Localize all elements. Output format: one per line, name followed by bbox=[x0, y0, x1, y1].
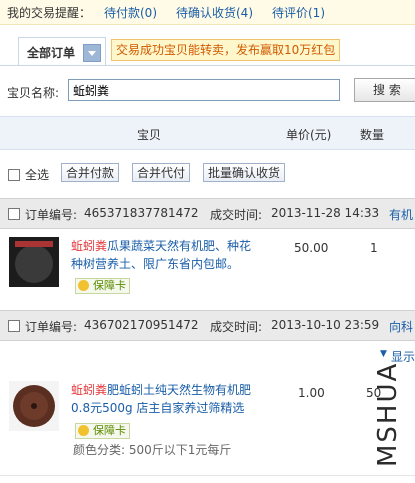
resale-promo-banner[interactable]: 交易成功宝贝能转卖，发布赢取10万红包 bbox=[111, 39, 340, 61]
select-all-label: 全选 bbox=[25, 168, 50, 182]
col-item: 宝贝 bbox=[137, 128, 162, 142]
chevron-down-icon[interactable] bbox=[83, 44, 101, 62]
product-image bbox=[9, 381, 59, 431]
col-price: 单价(元) bbox=[286, 128, 332, 142]
order-no-label: 订单编号: bbox=[25, 320, 78, 334]
guarantee-card-badge[interactable]: 保障卡 bbox=[75, 423, 130, 439]
quantity: 1 bbox=[370, 241, 378, 255]
tab-all-orders-label: 全部订单 bbox=[27, 46, 76, 60]
merge-proxy-pay-button[interactable]: 合并代付 bbox=[132, 163, 191, 182]
select-all-checkbox[interactable] bbox=[8, 169, 20, 181]
order-time: 2013-10-10 23:59 bbox=[271, 318, 380, 332]
reminder-title: 我的交易提醒： bbox=[7, 6, 92, 20]
search-label: 宝贝名称: bbox=[7, 86, 60, 100]
order-checkbox[interactable] bbox=[8, 208, 20, 220]
watermark-text: MSHUA bbox=[373, 361, 403, 467]
order-time-label: 成交时间: bbox=[210, 208, 263, 222]
order-no: 436702170951472 bbox=[84, 318, 199, 332]
order-checkbox[interactable] bbox=[8, 320, 20, 332]
order-no-label: 订单编号: bbox=[25, 208, 78, 222]
order-header: 订单编号: 465371837781472 成交时间: 2013-11-28 1… bbox=[0, 198, 415, 229]
product-thumbnail[interactable] bbox=[9, 381, 59, 431]
keyword-highlight: 蚯蚓粪 bbox=[71, 383, 108, 397]
product-title-link[interactable]: 蚯蚓粪肥蚯蚓土纯天然生物有机肥0.8元500g 店主自家养过筛精选 bbox=[71, 381, 261, 417]
seller-link[interactable]: 有机 bbox=[389, 206, 413, 223]
reminder-pending-receipt[interactable]: 待确认收货(4) bbox=[176, 4, 253, 21]
keyword-highlight: 蚯蚓粪 bbox=[71, 239, 108, 253]
order-header: 订单编号: 436702170951472 成交时间: 2013-10-10 2… bbox=[0, 310, 415, 341]
batch-confirm-receipt-button[interactable]: 批量确认收货 bbox=[203, 163, 286, 182]
unit-price: 1.00 bbox=[298, 386, 325, 400]
table-header: 宝贝 单价(元) 数量 bbox=[0, 116, 415, 150]
product-image bbox=[9, 237, 59, 287]
merge-pay-button[interactable]: 合并付款 bbox=[61, 163, 120, 182]
tab-all-orders[interactable]: 全部订单 bbox=[18, 37, 106, 66]
reminder-pending-review[interactable]: 待评价(1) bbox=[272, 4, 325, 21]
order-time-label: 成交时间: bbox=[210, 320, 263, 334]
tab-divider bbox=[0, 65, 415, 66]
caret-down-icon[interactable]: ▼ bbox=[380, 349, 387, 359]
order-no: 465371837781472 bbox=[84, 206, 199, 220]
row-divider bbox=[0, 475, 415, 476]
unit-price: 50.00 bbox=[294, 241, 329, 255]
seller-link[interactable]: 向科 bbox=[389, 318, 413, 335]
trade-reminder-bar: 我的交易提醒： 待付款(0) 待确认收货(4) 待评价(1) bbox=[0, 0, 415, 25]
search-button[interactable]: 搜 索 bbox=[354, 78, 415, 102]
watermark: MSHUA bbox=[373, 362, 415, 472]
color-variant: 颜色分类: 500斤以下1元每斤 bbox=[73, 443, 232, 457]
col-qty: 数量 bbox=[360, 128, 385, 142]
product-title-link[interactable]: 蚯蚓粪瓜果蔬菜天然有机肥、种花种树营养土、限广东省内包邮。 bbox=[71, 237, 261, 273]
item-name-search-input[interactable] bbox=[68, 79, 340, 101]
guarantee-card-badge[interactable]: 保障卡 bbox=[75, 278, 130, 294]
reminder-pending-payment[interactable]: 待付款(0) bbox=[104, 4, 157, 21]
order-time: 2013-11-28 14:33 bbox=[271, 206, 380, 220]
product-thumbnail[interactable] bbox=[9, 237, 59, 287]
